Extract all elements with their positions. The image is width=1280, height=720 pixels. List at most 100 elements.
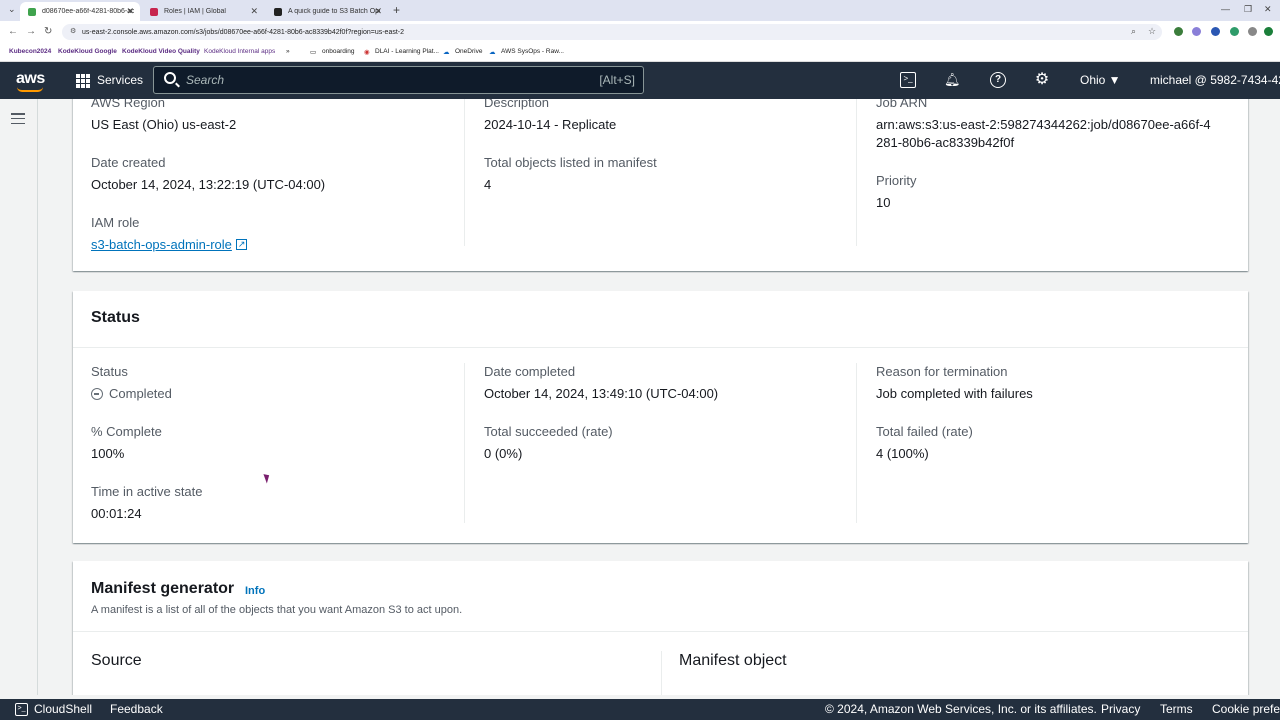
details-col-1: AWS Region US East (Ohio) us-east-2 Date… xyxy=(91,99,465,253)
back-icon[interactable]: ← xyxy=(8,26,18,37)
settings-gear-icon[interactable]: ⚙ xyxy=(1034,72,1050,88)
status-badge: Completed xyxy=(109,386,172,401)
percent-complete-field: % Complete 100% xyxy=(91,424,162,461)
url-input[interactable]: ⚙ us-east-2.console.aws.amazon.com/s3/jo… xyxy=(62,24,1162,40)
status-col-2: Date completed October 14, 2024, 13:49:1… xyxy=(484,363,857,523)
bookmark-item[interactable]: KodeKloud Video Quality xyxy=(122,48,200,55)
help-icon[interactable]: ? xyxy=(990,72,1006,88)
manifest-object-heading: Manifest object xyxy=(679,652,787,669)
aws-top-nav: aws Services Search [Alt+S] >_ 🔔︎ ? ⚙ Oh… xyxy=(0,62,1280,99)
column-divider xyxy=(661,651,662,695)
manifest-generator-title: Manifest generator xyxy=(91,580,235,597)
new-tab-icon[interactable]: + xyxy=(393,3,400,17)
source-heading: Source xyxy=(91,652,142,669)
zoom-icon[interactable]: ⌕ xyxy=(1131,26,1136,37)
bookmark-item[interactable]: onboarding xyxy=(322,48,355,55)
aws-logo[interactable]: aws xyxy=(16,70,45,88)
onedrive-icon: ☁ xyxy=(443,49,450,56)
cloudshell-icon[interactable]: >_ xyxy=(15,703,28,716)
forward-icon[interactable]: → xyxy=(26,26,36,37)
terms-link[interactable]: Terms xyxy=(1160,702,1193,716)
manifest-generator-description: A manifest is a list of all of the objec… xyxy=(91,604,463,616)
details-col-3: Job ARN arn:aws:s3:us-east-2:59827434426… xyxy=(876,99,1216,232)
bookmark-item[interactable]: Kubecon2024 xyxy=(9,48,51,55)
external-link-icon[interactable] xyxy=(235,235,247,253)
maximize-icon[interactable]: ❐ xyxy=(1244,4,1252,15)
tab-iam-roles[interactable]: Roles | IAM | Global ✕ xyxy=(142,2,264,21)
manifest-generator-card: Manifest generator Info A manifest is a … xyxy=(73,561,1248,695)
feedback-button[interactable]: Feedback xyxy=(110,702,163,716)
medium-favicon-icon xyxy=(274,7,282,16)
services-button[interactable]: Services xyxy=(97,73,143,87)
privacy-link[interactable]: Privacy xyxy=(1101,702,1140,716)
bookmark-item[interactable]: OneDrive xyxy=(455,48,482,55)
info-link[interactable]: Info xyxy=(245,585,265,597)
termination-reason-field: Reason for termination Job completed wit… xyxy=(876,364,1033,401)
bookmark-star-icon[interactable]: ☆ xyxy=(1148,26,1156,37)
aws-smile-icon xyxy=(17,87,43,92)
extension-icon[interactable] xyxy=(1211,27,1220,36)
status-col-3: Reason for termination Job completed wit… xyxy=(876,363,1216,483)
priority-field: Priority 10 xyxy=(876,173,917,210)
cloudshell-icon[interactable]: >_ xyxy=(900,72,916,88)
s3-favicon-icon xyxy=(28,7,36,16)
profile-icon[interactable] xyxy=(1248,27,1257,36)
bookmark-item[interactable]: AWS SysOps - Raw... xyxy=(501,48,564,55)
copyright-text: © 2024, Amazon Web Services, Inc. or its… xyxy=(825,702,1097,716)
description-field: Description 2024-10-14 - Replicate xyxy=(484,99,617,132)
divider xyxy=(73,631,1248,632)
menu-icon[interactable] xyxy=(1264,27,1273,36)
site-info-icon[interactable]: ⚙ xyxy=(70,27,76,35)
folder-icon: ▭ xyxy=(310,49,317,56)
minimize-icon[interactable]: — xyxy=(1221,4,1230,14)
extension-icon[interactable] xyxy=(1192,27,1201,36)
iam-role-field: IAM role s3-batch-ops-admin-role xyxy=(91,214,464,254)
tab-menu-icon[interactable]: ⌄ xyxy=(8,4,16,15)
close-icon[interactable]: ✕ xyxy=(250,6,258,17)
status-card: Status Status Completed % Complete 100% … xyxy=(73,291,1248,543)
job-arn-field: Job ARN arn:aws:s3:us-east-2:59827434426… xyxy=(876,99,1211,150)
tab-guide[interactable]: A quick guide to S3 Batch Ope ✕ xyxy=(266,2,388,21)
address-bar: ← → ↻ ⚙ us-east-2.console.aws.amazon.com… xyxy=(0,21,1280,43)
search-icon xyxy=(164,72,176,84)
main-content: AWS Region US East (Ohio) us-east-2 Date… xyxy=(0,99,1280,695)
stopped-status-icon xyxy=(91,388,103,400)
cookie-preferences-link[interactable]: Cookie prefer xyxy=(1212,702,1280,716)
dlai-icon: ◉ xyxy=(364,49,370,56)
account-menu[interactable]: michael @ 5982-7434-42 xyxy=(1150,73,1280,87)
bookmark-item[interactable]: DLAI - Learning Plat... xyxy=(375,48,439,55)
date-completed-field: Date completed October 14, 2024, 13:49:1… xyxy=(484,364,719,401)
close-icon[interactable]: ✕ xyxy=(126,6,134,17)
services-grid-icon[interactable] xyxy=(76,74,90,88)
bookmarks-bar: Kubecon2024 KodeKloud Google KodeKloud V… xyxy=(0,43,1280,62)
notifications-bell-icon[interactable]: 🔔︎ xyxy=(944,72,961,88)
details-col-2: Description 2024-10-14 - Replicate Total… xyxy=(484,99,857,246)
status-field: Status Completed xyxy=(91,364,172,401)
date-created-field: Date created October 14, 2024, 13:22:19 … xyxy=(91,155,326,192)
aws-footer: >_ CloudShell Feedback © 2024, Amazon We… xyxy=(0,699,1280,720)
total-failed-field: Total failed (rate) 4 (100%) xyxy=(876,424,973,461)
extension-icon[interactable] xyxy=(1230,27,1239,36)
aws-region-field: AWS Region US East (Ohio) us-east-2 xyxy=(91,99,237,132)
status-card-title: Status xyxy=(73,291,1248,348)
bookmark-item[interactable]: KodeKloud Google xyxy=(58,48,117,55)
time-active-field: Time in active state 00:01:24 xyxy=(91,484,203,521)
tab-s3-job[interactable]: d08670ee-a66f-4281-80b6-ac8 ✕ xyxy=(20,2,140,21)
region-selector[interactable]: Ohio ▼ xyxy=(1080,73,1121,87)
iam-role-link[interactable]: s3-batch-ops-admin-role xyxy=(91,237,232,252)
search-input[interactable]: Search [Alt+S] xyxy=(153,66,644,94)
total-objects-field: Total objects listed in manifest 4 xyxy=(484,155,657,192)
bookmarks-overflow[interactable]: » xyxy=(286,48,290,55)
extension-icon[interactable] xyxy=(1174,27,1183,36)
iam-favicon-icon xyxy=(150,7,158,16)
window-close-icon[interactable]: ✕ xyxy=(1264,4,1272,15)
browser-tabstrip: d08670ee-a66f-4281-80b6-ac8 ✕ Roles | IA… xyxy=(0,0,1280,21)
reload-icon[interactable]: ↻ xyxy=(44,26,52,37)
total-succeeded-field: Total succeeded (rate) 0 (0%) xyxy=(484,424,613,461)
cloudshell-button[interactable]: CloudShell xyxy=(34,702,92,716)
bookmark-item[interactable]: KodeKloud Internal apps xyxy=(204,48,275,55)
status-col-1: Status Completed % Complete 100% Time in… xyxy=(91,363,465,523)
close-icon[interactable]: ✕ xyxy=(374,6,382,17)
job-details-card: AWS Region US East (Ohio) us-east-2 Date… xyxy=(73,99,1248,271)
cloud-icon: ☁ xyxy=(489,49,496,56)
